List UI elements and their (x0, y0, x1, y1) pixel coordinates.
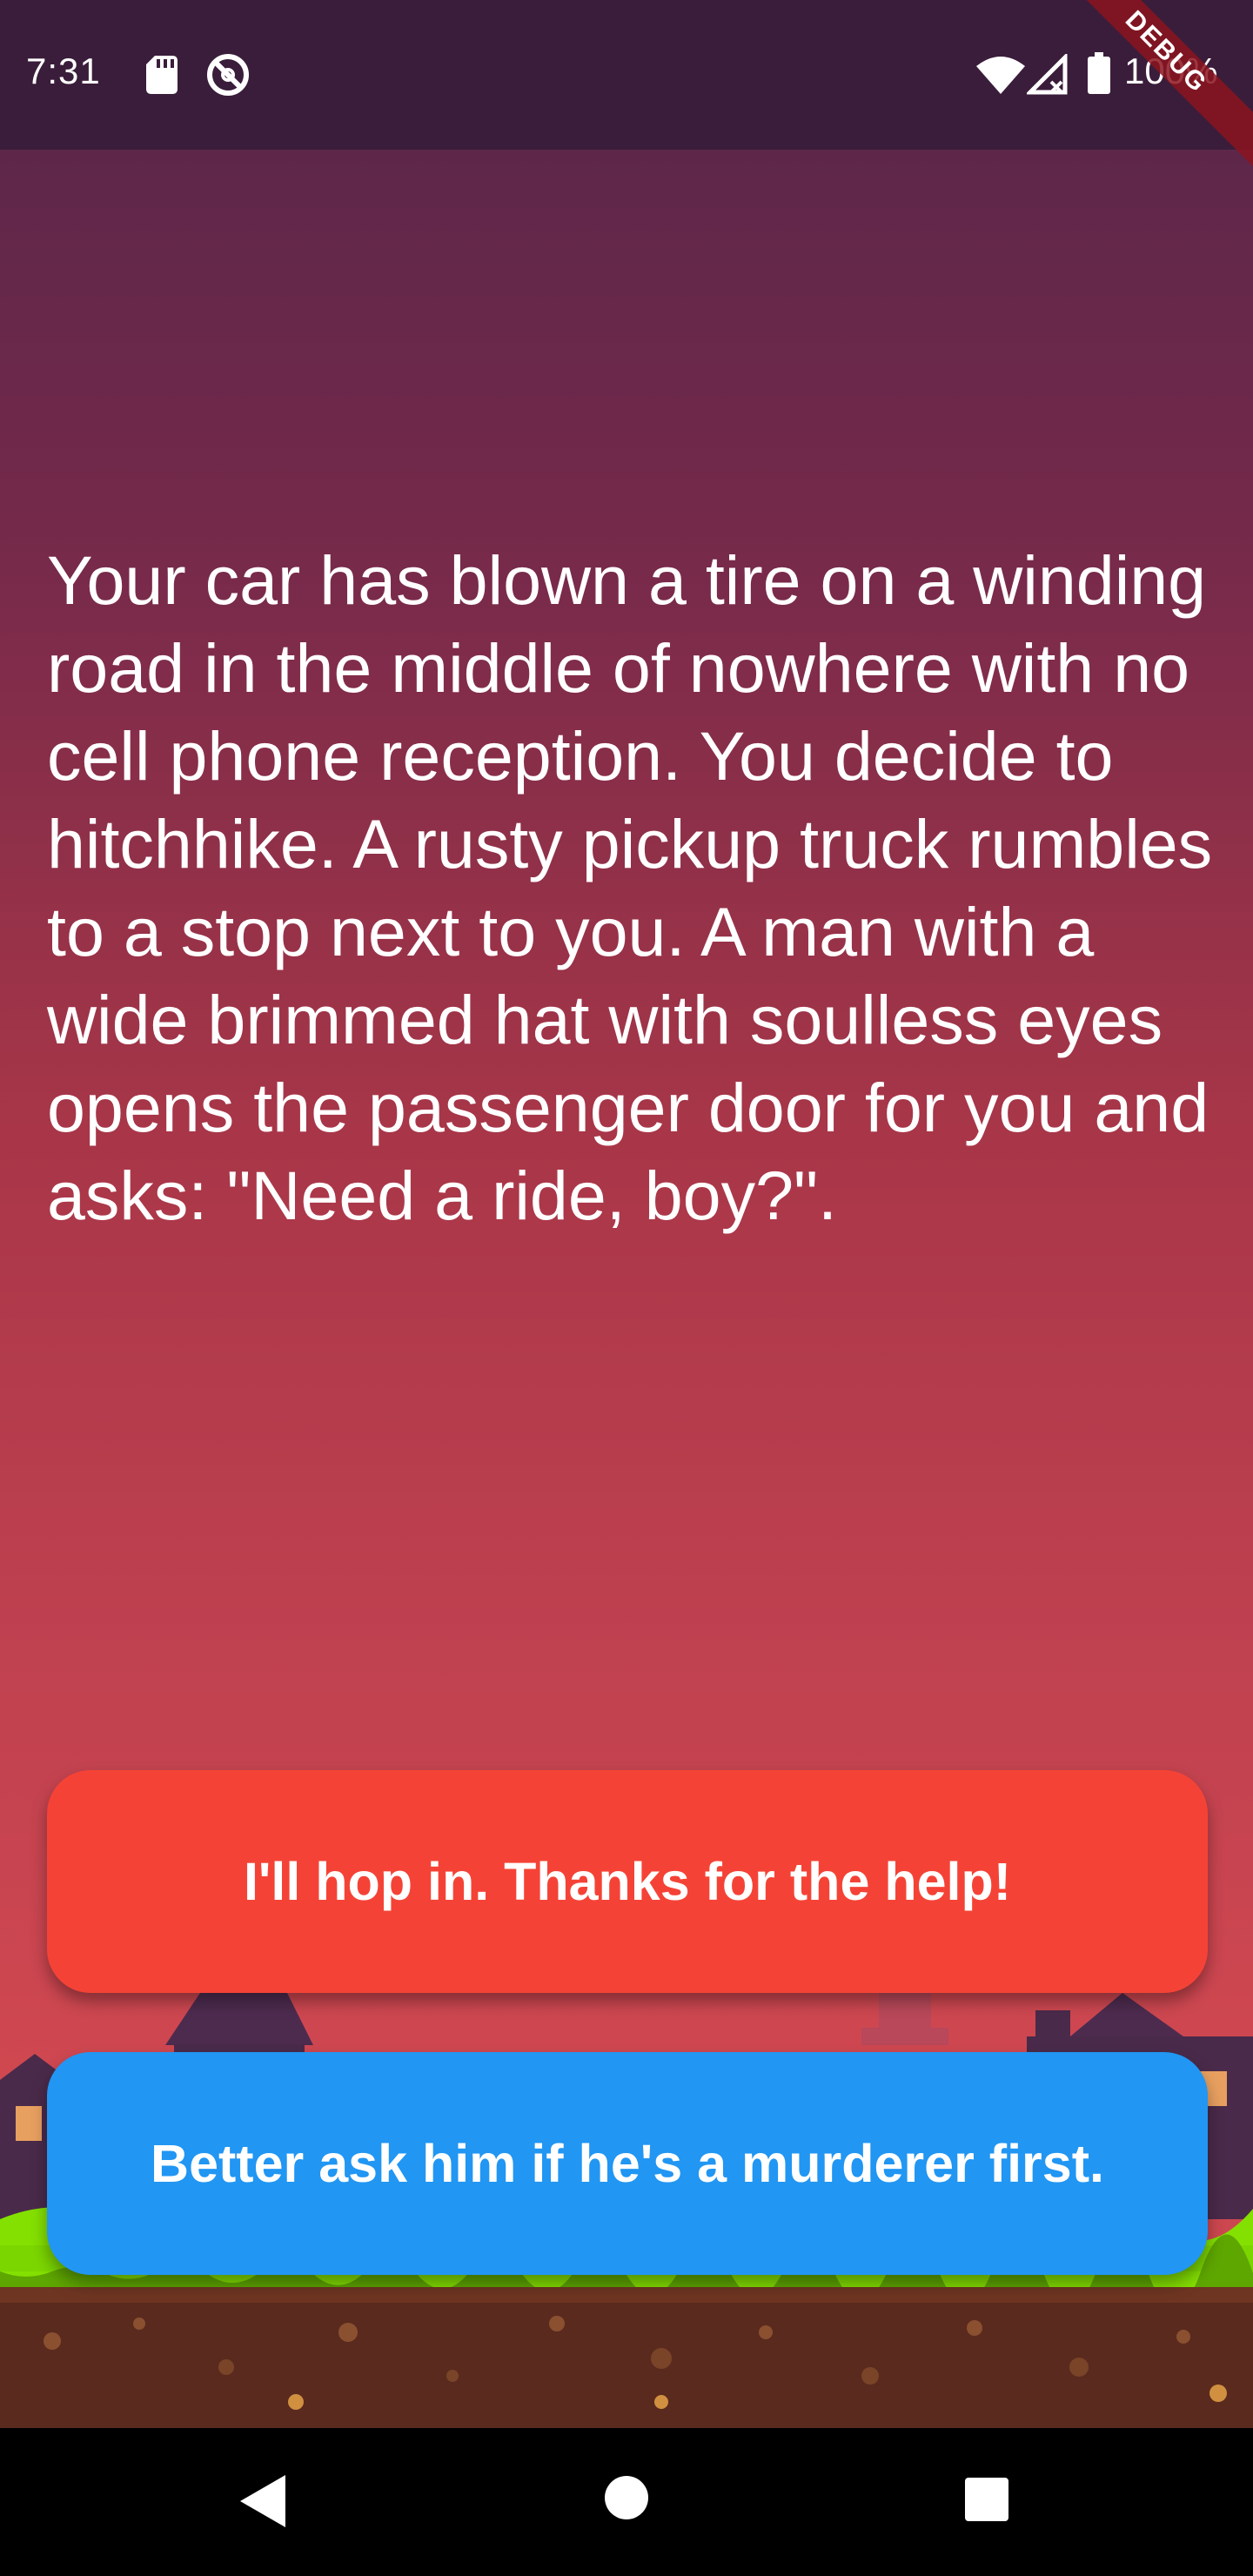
story-text: Your car has blown a tire on a winding r… (47, 541, 1213, 1234)
cell-signal-icon (1027, 54, 1068, 95)
recents-icon[interactable] (964, 2477, 1009, 2522)
status-time: 7:31 (26, 50, 101, 91)
home-icon[interactable] (604, 2475, 649, 2520)
navigation-bar (0, 2428, 1253, 2576)
choice-2-button[interactable]: Better ask him if he's a murderer first. (47, 2052, 1208, 2275)
battery-icon (1088, 52, 1110, 94)
sd-card-icon (146, 56, 178, 94)
app-screen: 7:31 100% DEBUG Your car has blown a tir… (0, 0, 1253, 2428)
status-bar: 7:31 100% (0, 0, 1253, 150)
choice-1-button[interactable]: I'll hop in. Thanks for the help! (47, 1770, 1208, 1993)
do-not-disturb-icon (207, 54, 249, 96)
back-icon[interactable] (237, 2472, 291, 2531)
wifi-icon (976, 57, 1025, 94)
